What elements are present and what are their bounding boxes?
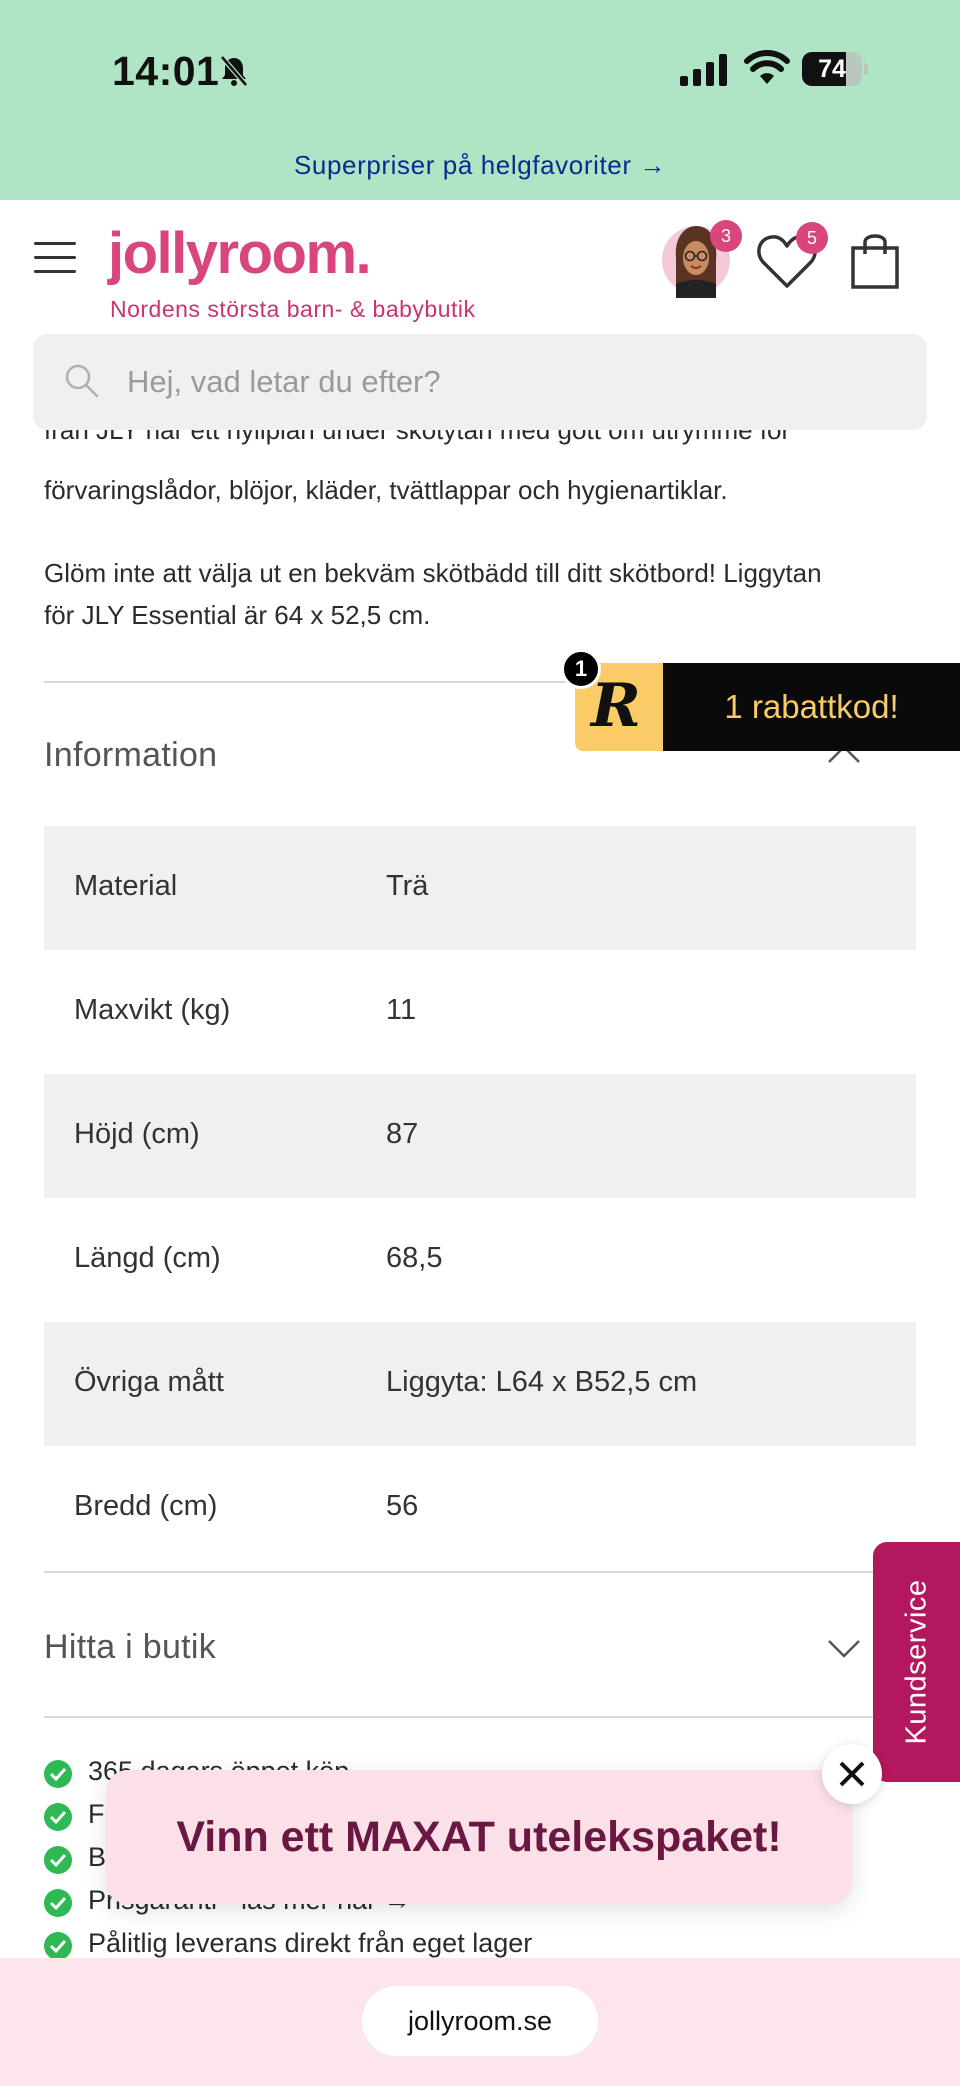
site-header: jollyroom. Nordens största barn- & babyb… xyxy=(0,200,960,330)
spec-value: 68,5 xyxy=(386,1242,443,1274)
spec-value: 87 xyxy=(386,1118,419,1150)
search-input[interactable] xyxy=(127,354,887,410)
battery-percent: 74 xyxy=(818,55,846,83)
table-row: Övriga mått Liggyta: L64 x B52,5 cm xyxy=(44,1322,916,1446)
browser-bottom-bar: jollyroom.se xyxy=(0,1958,960,2086)
avatar-badge: 3 xyxy=(710,220,742,252)
spec-key: Bredd (cm) xyxy=(74,1490,218,1522)
description-text-partial: från JLY har ett hyllplan under skötytan… xyxy=(44,430,791,445)
check-circle-icon xyxy=(44,1846,72,1874)
promo-popup-text: Vinn ett MAXAT utelekspaket! xyxy=(176,1813,782,1861)
shopping-bag-icon[interactable] xyxy=(850,230,900,290)
wifi-icon xyxy=(744,50,790,84)
customer-service-label: Kundservice xyxy=(900,1579,932,1745)
spec-key: Maxvikt (kg) xyxy=(74,994,231,1026)
jollyroom-logo[interactable]: jollyroom. xyxy=(108,220,372,287)
divider xyxy=(44,1571,916,1573)
information-accordion-title[interactable]: Information xyxy=(44,736,217,775)
logo-tagline: Nordens största barn- & babybutik xyxy=(110,296,476,322)
discount-logo-letter: R xyxy=(591,671,641,741)
discount-code-label: 1 rabattkod! xyxy=(724,688,899,725)
spec-value: 56 xyxy=(386,1490,419,1522)
usp-text: B xyxy=(88,1842,107,1872)
wishlist-badge: 5 xyxy=(796,222,828,254)
cellular-signal-icon xyxy=(680,54,727,86)
table-row: Material Trä xyxy=(44,826,916,950)
description-text: förvaringslådor, blöjor, kläder, tvättla… xyxy=(44,475,728,505)
divider xyxy=(44,1716,916,1718)
promo-popup[interactable]: Vinn ett MAXAT utelekspaket! xyxy=(106,1770,852,1904)
table-row: Bredd (cm) 56 xyxy=(44,1446,916,1570)
close-popup-button[interactable] xyxy=(822,1744,882,1804)
spec-key: Material xyxy=(74,870,178,902)
check-circle-icon xyxy=(44,1760,72,1788)
check-circle-icon xyxy=(44,1803,72,1831)
search-icon xyxy=(65,364,99,398)
status-time: 14:01 xyxy=(112,48,220,94)
menu-icon[interactable] xyxy=(34,242,78,274)
chevron-down-icon[interactable] xyxy=(826,1636,862,1660)
status-bar: 14:01 74 Superpriser på helgfavoriter → xyxy=(0,0,960,200)
spec-key: Höjd (cm) xyxy=(74,1118,200,1150)
spec-key: Längd (cm) xyxy=(74,1242,221,1274)
check-circle-icon xyxy=(44,1932,72,1960)
url-bar[interactable]: jollyroom.se xyxy=(362,1986,598,2056)
find-in-store-accordion-title[interactable]: Hitta i butik xyxy=(44,1628,216,1667)
bell-muted-icon xyxy=(220,55,248,87)
spec-value: Liggyta: L64 x B52,5 cm xyxy=(386,1366,698,1398)
customer-service-tab[interactable]: Kundservice xyxy=(873,1542,960,1782)
specifications-table: Material Trä Maxvikt (kg) 11 Höjd (cm) 8… xyxy=(44,826,916,1570)
usp-text: Pålitlig leverans direkt från eget lager xyxy=(88,1928,533,1958)
spec-value: Trä xyxy=(386,870,429,902)
discount-code-tab[interactable]: R 1 rabattkod! 1 xyxy=(561,649,960,751)
discount-count-badge: 1 xyxy=(561,649,601,689)
battery-indicator: 74 xyxy=(802,52,868,86)
close-icon xyxy=(839,1761,865,1787)
spec-key: Övriga mått xyxy=(74,1366,224,1398)
table-row: Höjd (cm) 87 xyxy=(44,1074,916,1198)
table-row: Maxvikt (kg) 11 xyxy=(44,950,916,1074)
description-text: Glöm inte att välja ut en bekväm skötbäd… xyxy=(44,558,822,588)
table-row: Längd (cm) 68,5 xyxy=(44,1198,916,1322)
usp-text: F xyxy=(88,1799,105,1829)
description-text: för JLY Essential är 64 x 52,5 cm. xyxy=(44,600,431,630)
check-circle-icon xyxy=(44,1889,72,1917)
promo-banner-link[interactable]: Superpriser på helgfavoriter → xyxy=(0,150,960,181)
spec-value: 11 xyxy=(386,994,417,1026)
search-bar xyxy=(33,334,927,430)
